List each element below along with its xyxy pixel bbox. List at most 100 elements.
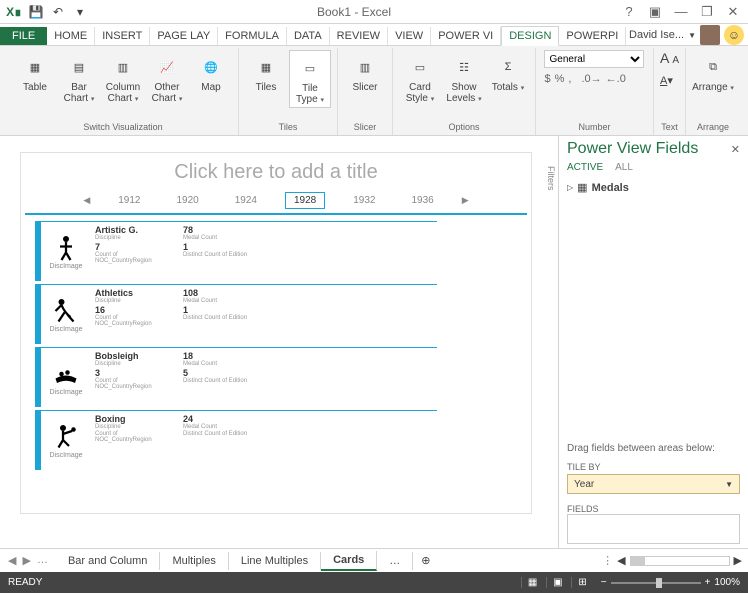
increase-font-button[interactable]: A	[660, 50, 669, 66]
comma-button[interactable]: ,	[568, 73, 571, 85]
table-icon: ▦	[577, 181, 587, 194]
tab-design[interactable]: DESIGN	[501, 26, 559, 46]
sheet-nav-more[interactable]: …	[37, 554, 48, 567]
year-tab[interactable]: 1932	[345, 193, 383, 208]
tab-view[interactable]: VIEW	[388, 27, 431, 45]
sheet-tab[interactable]: Multiples	[160, 552, 228, 570]
expand-icon[interactable]: ▷	[567, 183, 573, 192]
undo-icon[interactable]: ↶	[50, 4, 66, 20]
slicer-button[interactable]: ▥Slicer	[344, 50, 386, 95]
tile-by-field[interactable]: Year ▼	[567, 474, 740, 494]
font-color-button[interactable]: A▾	[660, 75, 673, 87]
qat-customize-icon[interactable]: ▾	[72, 4, 88, 20]
slicer-group-label: Slicer	[354, 121, 377, 133]
sheet-tab[interactable]: Bar and Column	[56, 552, 161, 570]
card-style-button[interactable]: ▭Card Style ▾	[399, 50, 441, 106]
tile-type-button[interactable]: ▭Tile Type ▾	[289, 50, 331, 108]
arrange-group-label: Arrange	[697, 121, 729, 133]
arrange-button[interactable]: ⧉Arrange ▾	[692, 50, 734, 95]
close-icon[interactable]: ✕	[724, 4, 742, 20]
zoom-percent[interactable]: 100%	[714, 577, 740, 588]
card-image: DiscImage	[41, 411, 91, 470]
user-name[interactable]: David Ise...	[629, 29, 684, 41]
close-sidebar-icon[interactable]: ✕	[731, 143, 740, 156]
view-normal-icon[interactable]: ▦	[521, 577, 543, 588]
card-item[interactable]: DiscImage BobsleighDiscipline 18Medal Co…	[35, 347, 437, 407]
zoom-out-button[interactable]: −	[601, 577, 607, 588]
save-icon[interactable]: 💾	[28, 4, 44, 20]
year-tab-selected[interactable]: 1928	[285, 192, 325, 209]
tab-powerpivot[interactable]: POWERPI	[559, 27, 626, 45]
year-prev-arrow[interactable]: ◀	[83, 195, 90, 206]
minimize-icon[interactable]: —	[672, 4, 690, 19]
filters-pane-label[interactable]: Filters	[540, 136, 558, 191]
sheet-tab-more[interactable]: …	[377, 552, 413, 570]
show-levels-button[interactable]: ☷Show Levels ▾	[443, 50, 485, 106]
text-group-label: Text	[661, 121, 678, 133]
tab-home[interactable]: HOME	[47, 27, 95, 45]
horizontal-scrollbar[interactable]	[630, 556, 730, 566]
card-item[interactable]: DiscImage BoxingDiscipline 24Medal Count…	[35, 410, 437, 470]
add-sheet-button[interactable]: ⊕	[413, 554, 438, 567]
tab-pagelayout[interactable]: PAGE LAY	[150, 27, 218, 45]
tiles-group-label: Tiles	[279, 121, 298, 133]
areas-hint: Drag fields between areas below:	[567, 439, 740, 458]
fields-dropzone[interactable]	[567, 514, 740, 544]
card-item[interactable]: DiscImage AthleticsDiscipline 108Medal C…	[35, 284, 437, 344]
view-pagebreak-icon[interactable]: ⊞	[571, 577, 592, 588]
restore-icon[interactable]: ❐	[698, 4, 716, 20]
column-chart-button[interactable]: ▥Column Chart ▾	[102, 50, 144, 106]
card-item[interactable]: DiscImage Artistic G.Discipline 78Medal …	[35, 221, 437, 281]
card-image: DiscImage	[41, 222, 91, 281]
currency-button[interactable]: $	[544, 73, 550, 85]
field-table-medals[interactable]: ▷ ▦ Medals	[567, 181, 740, 194]
increase-decimal-button[interactable]: .0→	[581, 73, 601, 85]
percent-button[interactable]: %	[555, 73, 565, 85]
scroll-right[interactable]: ▶	[734, 554, 742, 567]
user-dropdown-arrow[interactable]: ▼	[688, 31, 696, 40]
smiley-icon[interactable]: ☺	[724, 25, 744, 45]
year-tab[interactable]: 1920	[169, 193, 207, 208]
excel-app-icon: X∎	[6, 4, 22, 20]
bar-chart-button[interactable]: ▤Bar Chart ▾	[58, 50, 100, 106]
tab-review[interactable]: REVIEW	[330, 27, 388, 45]
status-ready: READY	[8, 577, 42, 588]
tab-insert[interactable]: INSERT	[95, 27, 150, 45]
tab-powerview[interactable]: POWER VI	[431, 27, 501, 45]
ribbon-display-icon[interactable]: ▣	[646, 4, 664, 20]
decrease-font-button[interactable]: A	[672, 55, 679, 66]
sheet-nav-first[interactable]: ◀	[8, 554, 16, 567]
view-pagelayout-icon[interactable]: ▣	[546, 577, 568, 588]
map-button[interactable]: 🌐Map	[190, 50, 232, 95]
help-icon[interactable]: ?	[620, 4, 638, 19]
sheet-tab-active[interactable]: Cards	[321, 551, 377, 571]
table-button[interactable]: ▦Table	[14, 50, 56, 95]
totals-button[interactable]: ΣTotals ▾	[487, 50, 529, 95]
sidebar-tab-active[interactable]: ACTIVE	[567, 162, 603, 173]
sidebar-title: Power View Fields	[567, 140, 698, 158]
zoom-in-button[interactable]: +	[705, 577, 711, 588]
options-group-label: Options	[448, 121, 479, 133]
year-tab[interactable]: 1936	[404, 193, 442, 208]
number-group-label: Number	[578, 121, 610, 133]
title-placeholder[interactable]: Click here to add a title	[25, 157, 527, 188]
other-chart-button[interactable]: 📈Other Chart ▾	[146, 50, 188, 106]
tab-file[interactable]: FILE	[0, 27, 47, 45]
dropdown-arrow-icon[interactable]: ▼	[725, 480, 733, 489]
switch-vis-group-label: Switch Visualization	[83, 121, 162, 133]
year-tab[interactable]: 1912	[110, 193, 148, 208]
avatar[interactable]	[700, 25, 720, 45]
decrease-decimal-button[interactable]: ←.0	[606, 73, 626, 85]
tab-data[interactable]: DATA	[287, 27, 330, 45]
number-format-select[interactable]: General	[544, 50, 644, 68]
zoom-slider[interactable]	[611, 582, 701, 584]
year-tab[interactable]: 1924	[227, 193, 265, 208]
tab-formulas[interactable]: FORMULA	[218, 27, 287, 45]
sheet-tab[interactable]: Line Multiples	[229, 552, 321, 570]
year-next-arrow[interactable]: ▶	[462, 195, 469, 206]
sheet-nav-prev[interactable]: ▶	[22, 554, 30, 567]
card-image: DiscImage	[41, 348, 91, 407]
sidebar-tab-all[interactable]: ALL	[615, 162, 633, 173]
scroll-left[interactable]: ◀	[617, 554, 625, 567]
tiles-button[interactable]: ▦Tiles	[245, 50, 287, 95]
